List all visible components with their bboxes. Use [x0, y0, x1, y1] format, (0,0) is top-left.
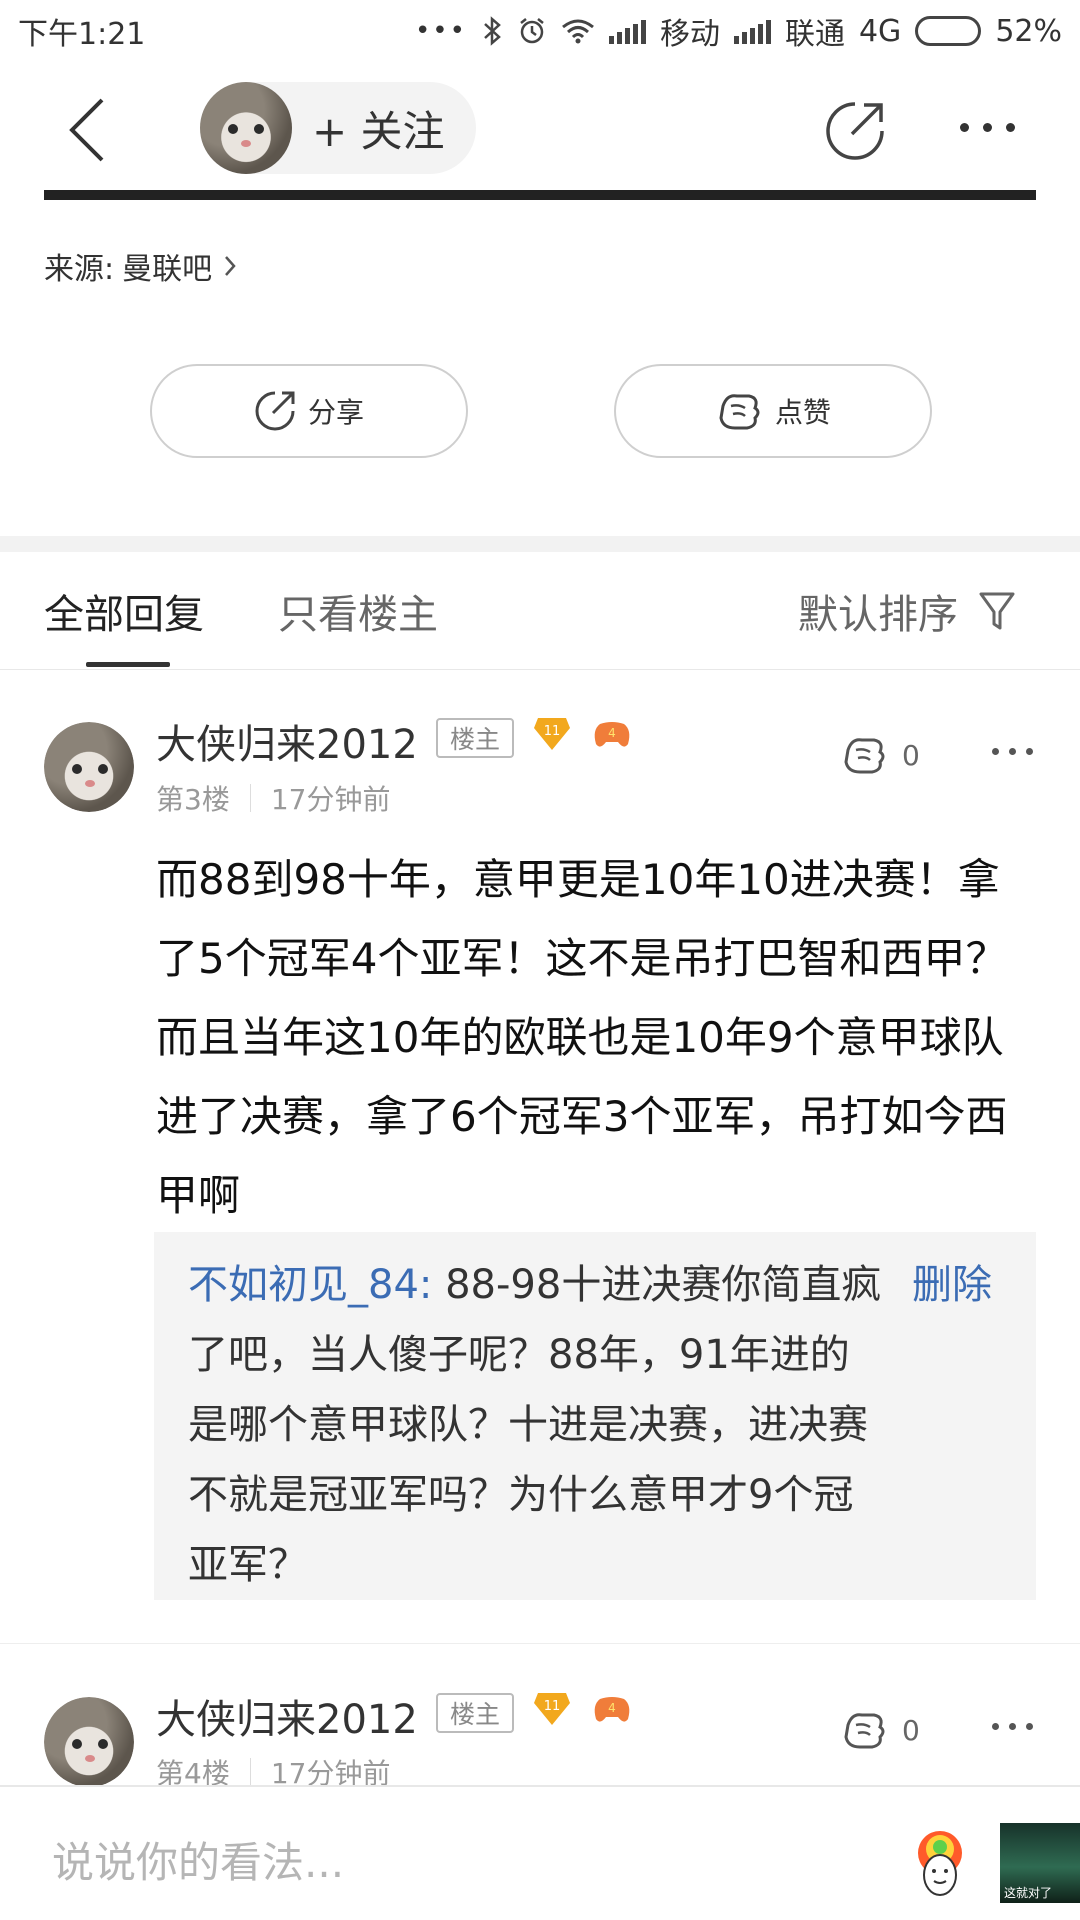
sub-reply-body: 88-98十进决赛你简直疯了吧，当人傻子呢？88年，91年进的是哪个意甲球队？十…	[188, 1262, 882, 1588]
post-like-button[interactable]: 0	[840, 734, 920, 776]
battery-icon	[915, 16, 982, 46]
game-controller-icon: 4	[594, 1697, 630, 1722]
comment-bar: 说说你的看法... 这就对了	[0, 1785, 1080, 1920]
top-nav: + 关注	[0, 62, 1080, 192]
carrier-1: 移动	[659, 17, 720, 52]
active-tab-indicator	[86, 662, 170, 667]
section-gap	[0, 536, 1080, 552]
meta-separator	[249, 784, 251, 812]
op-tag-badge: 楼主	[436, 718, 514, 758]
floor-number: 第3楼	[156, 783, 230, 816]
post-like-button[interactable]: 0	[840, 1709, 920, 1751]
like-button[interactable]: 点赞	[614, 364, 932, 458]
dot	[1026, 1723, 1033, 1730]
media-thumbnail[interactable]: 这就对了	[1000, 1823, 1080, 1903]
post-more-button[interactable]	[992, 748, 1033, 755]
user-avatar[interactable]	[44, 1697, 134, 1787]
source-forum: 曼联吧	[122, 252, 213, 287]
level-badge-icon: 11	[534, 718, 570, 750]
signal-icon	[608, 18, 646, 44]
meta-separator	[249, 1758, 251, 1786]
dot	[1026, 748, 1033, 755]
bluetooth-icon	[484, 16, 501, 46]
post-divider	[0, 1643, 1080, 1644]
thumbnail-caption: 这就对了	[1004, 1886, 1053, 1900]
level-number: 11	[544, 724, 561, 739]
tab-all-replies[interactable]: 全部回复	[44, 582, 204, 640]
carrier-2: 联通	[784, 17, 845, 52]
avatar-image	[44, 1697, 134, 1787]
status-icons: ••• 移动 联通 4G 52%	[415, 9, 1062, 53]
avatar-image	[44, 722, 134, 812]
level-number: 11	[544, 1699, 561, 1714]
game-controller-icon: 4	[594, 722, 630, 747]
source-link[interactable]: 来源: 曼联吧	[44, 244, 240, 288]
back-arrow-icon	[69, 98, 104, 162]
sort-label: 默认排序	[798, 592, 958, 638]
game-level-number: 4	[608, 1701, 616, 1715]
post-image-edge	[44, 190, 1036, 200]
share-icon	[255, 391, 295, 431]
sub-reply[interactable]: 不如初见_84: 88-98十进决赛你简直疯了吧，当人傻子呢？88年，91年进的…	[154, 1232, 1036, 1600]
network-type: 4G	[858, 13, 902, 49]
filter-icon	[979, 592, 1015, 630]
level-badge-icon: 11	[534, 1693, 570, 1725]
post-time: 17分钟前	[270, 783, 391, 816]
wifi-icon	[562, 19, 594, 44]
more-options-button[interactable]	[960, 112, 1026, 142]
share-icon[interactable]	[824, 100, 886, 162]
dot	[992, 1723, 999, 1730]
author-avatar[interactable]	[200, 82, 292, 174]
share-button[interactable]: 分享	[150, 364, 468, 458]
status-time: 下午1:21	[18, 17, 146, 52]
post-meta: 第3楼 17分钟前	[156, 778, 390, 818]
like-count: 0	[902, 738, 920, 772]
back-button[interactable]	[60, 92, 120, 162]
like-count: 0	[902, 1713, 920, 1747]
sub-reply-text: 不如初见_84: 88-98十进决赛你简直疯了吧，当人傻子呢？88年，91年进的…	[188, 1250, 888, 1600]
emoji-sticker-icon[interactable]	[900, 1823, 980, 1903]
post-content: 而88到98十年，意甲更是10年10进决赛！拿了5个冠军4个亚军！这不是吊打巴智…	[156, 855, 1008, 1220]
tab-op-only[interactable]: 只看楼主	[278, 582, 438, 640]
alarm-icon	[520, 18, 544, 44]
username[interactable]: 大侠归来2012	[156, 1687, 418, 1745]
thumbs-up-icon	[844, 1713, 885, 1749]
status-bar: 下午1:21 ••• 移动 联通 4G 52%	[0, 0, 1080, 62]
more-status-dots: •••	[414, 16, 467, 46]
dot	[992, 748, 999, 755]
delete-button[interactable]: 删除	[912, 1250, 992, 1320]
thumbs-up-icon	[719, 394, 760, 430]
like-label: 点赞	[774, 396, 831, 429]
reply-tabs: 全部回复 只看楼主 默认排序	[0, 552, 1080, 670]
dot	[983, 122, 992, 132]
thumbs-up-icon	[844, 738, 885, 774]
op-tag-badge: 楼主	[436, 1693, 514, 1733]
post-more-button[interactable]	[992, 1723, 1033, 1730]
author-follow-pill[interactable]: + 关注	[200, 82, 476, 174]
share-label: 分享	[307, 396, 364, 429]
user-avatar[interactable]	[44, 722, 134, 812]
signal-icon	[733, 18, 771, 44]
dot	[1009, 1723, 1016, 1730]
chevron-right-icon	[225, 256, 236, 276]
comment-input[interactable]: 说说你的看法...	[52, 1829, 344, 1890]
source-prefix: 来源:	[44, 252, 115, 287]
sub-reply-username[interactable]: 不如初见_84:	[188, 1262, 432, 1308]
game-level-number: 4	[608, 726, 616, 740]
dot	[1009, 748, 1016, 755]
username[interactable]: 大侠归来2012	[156, 712, 418, 770]
battery-percent: 52%	[995, 13, 1062, 49]
dot	[960, 122, 969, 132]
dot	[1006, 122, 1015, 132]
sort-dropdown[interactable]: 默认排序	[798, 582, 1016, 640]
follow-button[interactable]: + 关注	[312, 98, 445, 159]
